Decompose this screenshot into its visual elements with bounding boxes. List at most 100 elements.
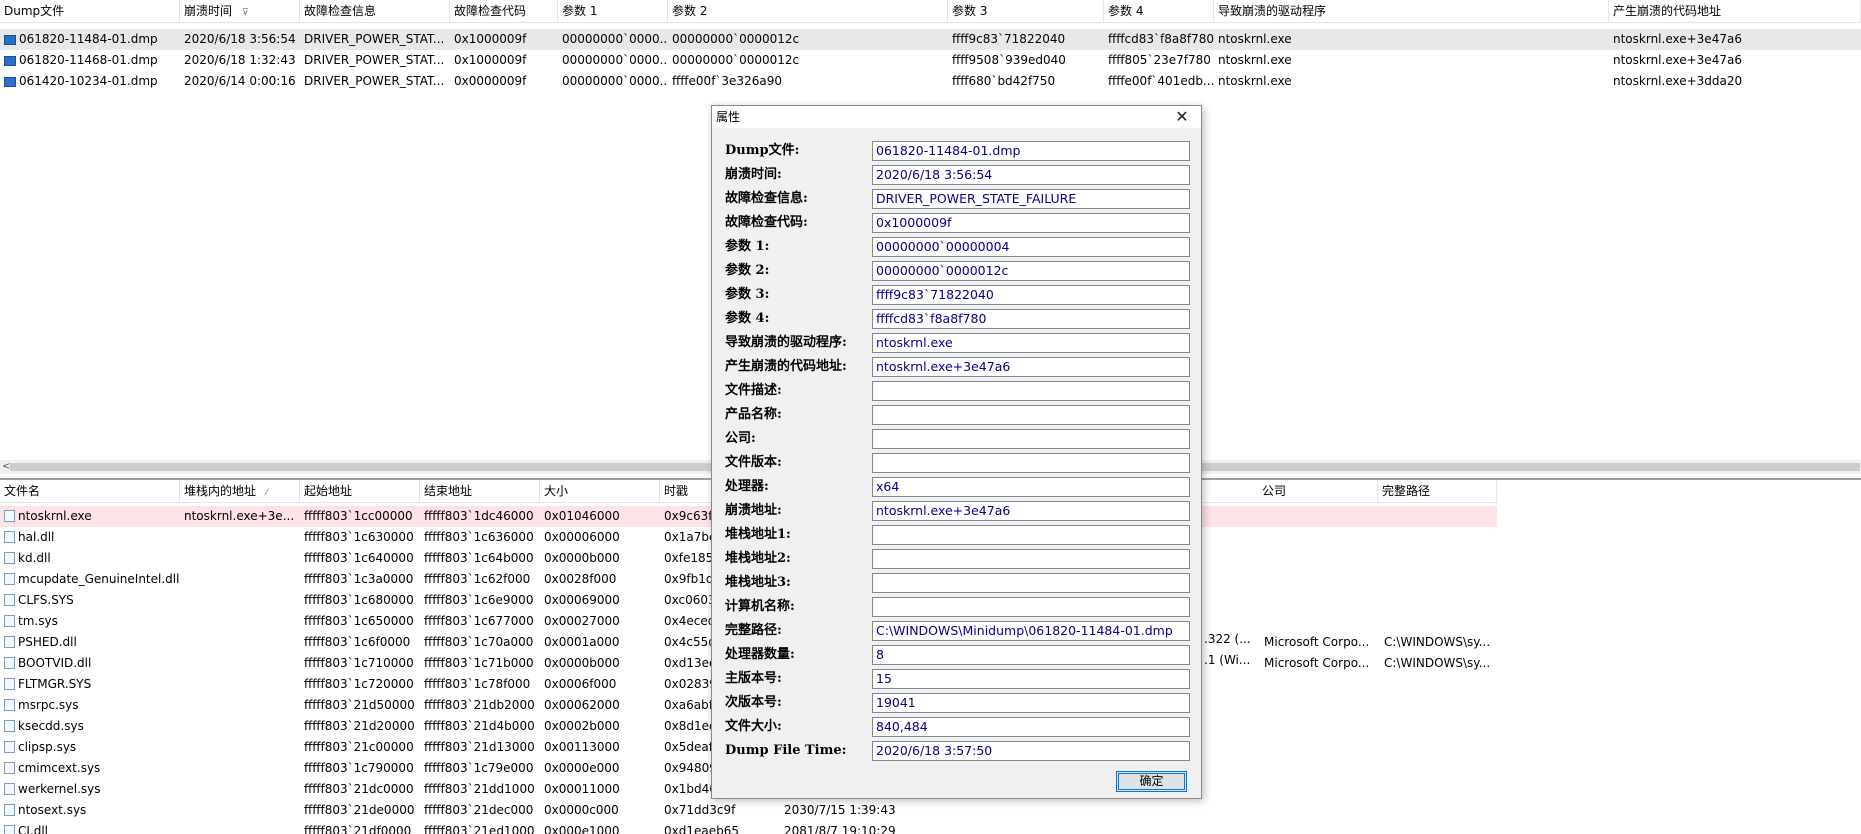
property-label: 崩溃地址: [725,503,782,518]
property-value-field[interactable] [872,573,1190,593]
cell-1: 061820-11484-01.dmp [0,29,180,50]
cell-2: 2020/6/18 1:32:43 [180,50,300,71]
column-header-4[interactable]: 结束地址 [420,480,540,502]
cell-2 [180,674,300,695]
cell-8 [1260,716,1380,737]
property-row-col: 崩溃时间: 2020/6/18 3:56:54 [725,165,1195,185]
property-value-field[interactable]: ntoskrnl.exe+3e47a6 [872,357,1190,377]
cell-text: ntoskrnl.exe+3dda20 [1613,74,1743,88]
cell-text: CLFS.SYS [18,593,74,607]
property-value-field[interactable] [872,405,1190,425]
cell-4: fffff803`1c677000 [420,611,540,632]
property-value-field[interactable]: 00000000`0000012c [872,261,1190,281]
cell-3: fffff803`1c650000 [300,611,420,632]
cell-5: 0x00069000 [540,590,660,611]
cell-1: PSHED.dll [0,632,180,653]
cell-2 [180,527,300,548]
cell-text: ffffcd83`f8a8f780 [1108,32,1214,46]
cell-4: fffff803`21d13000 [420,737,540,758]
column-header-7[interactable]: 参数 3 [948,0,1104,22]
cell-5: 00000000`0000... [558,29,668,50]
cell-text: 0x94809 [664,761,717,775]
property-row-col: 处理器数量: 8 [725,645,1195,665]
property-value-field[interactable] [872,549,1190,569]
cell-5: 0x0002b000 [540,716,660,737]
column-header-5[interactable]: 大小 [540,480,660,502]
cell-9: C:\WINDOWS\sy... [1380,632,1499,653]
cell-text: 0x1a7be [664,530,717,544]
cell-10: ntoskrnl.exe+3e47a6 [1609,50,1861,71]
cell-8 [1260,590,1380,611]
column-header-2[interactable]: 堆栈内的地址 ⁄ [180,480,300,502]
column-header-3[interactable]: 故障检查信息 [300,0,450,22]
cell-text: 0x00069000 [544,593,620,607]
cell-6: 00000000`0000012c [668,50,948,71]
dialog-title-bar[interactable]: 属性 ✕ [712,106,1201,128]
column-header-4[interactable]: 故障检查代码 [450,0,558,22]
property-value-field[interactable]: 2020/6/18 3:57:50 [872,741,1190,761]
table-row[interactable]: ntosext.sys fffff803`21de0000 fffff803`21d… [0,800,1497,821]
column-header-8[interactable]: 完整路径 [1378,480,1497,502]
column-header-label: 堆栈内的地址 [184,484,257,498]
cell-text: fffff803`1c650000 [304,614,414,628]
cell-text: 0x0000b000 [544,656,620,670]
cell-10: ntoskrnl.exe+3e47a6 [1609,29,1861,50]
column-header-7[interactable]: 公司 [1258,480,1378,502]
cell-9 [1380,758,1499,779]
column-header-2[interactable]: 崩溃时间 ⊽ [180,0,300,22]
property-value-field[interactable] [872,381,1190,401]
ok-button[interactable]: 确定 [1116,771,1187,792]
property-row-col: 公司: [725,429,1195,449]
property-value-field[interactable]: DRIVER_POWER_STATE_FAILURE [872,189,1190,209]
property-value-field[interactable]: ffff9c83`71822040 [872,285,1190,305]
property-value-field[interactable] [872,429,1190,449]
cell-3: DRIVER_POWER_STAT... [300,71,450,92]
property-label: 故障检查代码: [725,215,808,230]
property-value-field[interactable]: ffffcd83`f8a8f780 [872,309,1190,329]
cell-1: tm.sys [0,611,180,632]
column-header-9[interactable]: 导致崩溃的驱动程序 [1214,0,1609,22]
column-header-10[interactable]: 产生崩溃的代码地址 [1609,0,1861,22]
cell-text: 0x00113000 [544,740,620,754]
column-header-6[interactable]: 参数 2 [668,0,948,22]
property-value-field[interactable]: 840,484 [872,717,1190,737]
property-label: 产生崩溃的代码地址: [725,359,847,374]
property-value-field[interactable] [872,453,1190,473]
cell-9 [1380,548,1499,569]
column-header-5[interactable]: 参数 1 [558,0,668,22]
cell-3: fffff803`1c630000 [300,527,420,548]
cell-2: 2020/6/18 3:56:54 [180,29,300,50]
table-row[interactable]: 061420-10234-01.dmp 2020/6/14 0:00:16 DRIV… [0,71,1861,92]
property-value-field[interactable]: C:\WINDOWS\Minidump\061820-11484-01.dmp [872,621,1190,641]
property-value-field[interactable]: 15 [872,669,1190,689]
property-value-field[interactable]: 00000000`00000004 [872,237,1190,257]
cell-text: fffff803`1c630000 [304,530,414,544]
property-value-field[interactable]: 0x1000009f [872,213,1190,233]
cell-text: fffff803`1c78f000 [424,677,531,691]
table-row[interactable]: 061820-11484-01.dmp 2020/6/18 3:56:54 DRIV… [0,29,1861,50]
property-row-col: 计算机名称: [725,597,1195,617]
table-row[interactable]: CI.dll fffff803`21df0000 fffff803`21ed1000… [0,821,1497,834]
cell-4: fffff803`21dd1000 [420,779,540,800]
table-row[interactable]: 061820-11468-01.dmp 2020/6/18 1:32:43 DRIV… [0,50,1861,71]
cell-3: fffff803`21dc0000 [300,779,420,800]
property-value-field[interactable]: 2020/6/18 3:56:54 [872,165,1190,185]
column-header-1[interactable]: Dump文件 [0,0,180,22]
cell-4: fffff803`1c78f000 [420,674,540,695]
cell-2 [180,716,300,737]
column-header-8[interactable]: 参数 4 [1104,0,1214,22]
column-header-1[interactable]: 文件名 [0,480,180,502]
property-value-field[interactable]: x64 [872,477,1190,497]
property-value-field[interactable]: ntoskrnl.exe+3e47a6 [872,501,1190,521]
property-value-field[interactable]: ntoskrnl.exe [872,333,1190,353]
close-icon[interactable]: ✕ [1173,108,1191,126]
cell-2 [180,569,300,590]
property-value-field[interactable]: 8 [872,645,1190,665]
property-value-field[interactable]: 061820-11484-01.dmp [872,141,1190,161]
property-value-field[interactable] [872,525,1190,545]
property-value-field[interactable]: 19041 [872,693,1190,713]
cell-4: 0x1000009f [450,29,558,50]
module-file-icon [4,699,15,711]
column-header-3[interactable]: 起始地址 [300,480,420,502]
property-value-field[interactable] [872,597,1190,617]
